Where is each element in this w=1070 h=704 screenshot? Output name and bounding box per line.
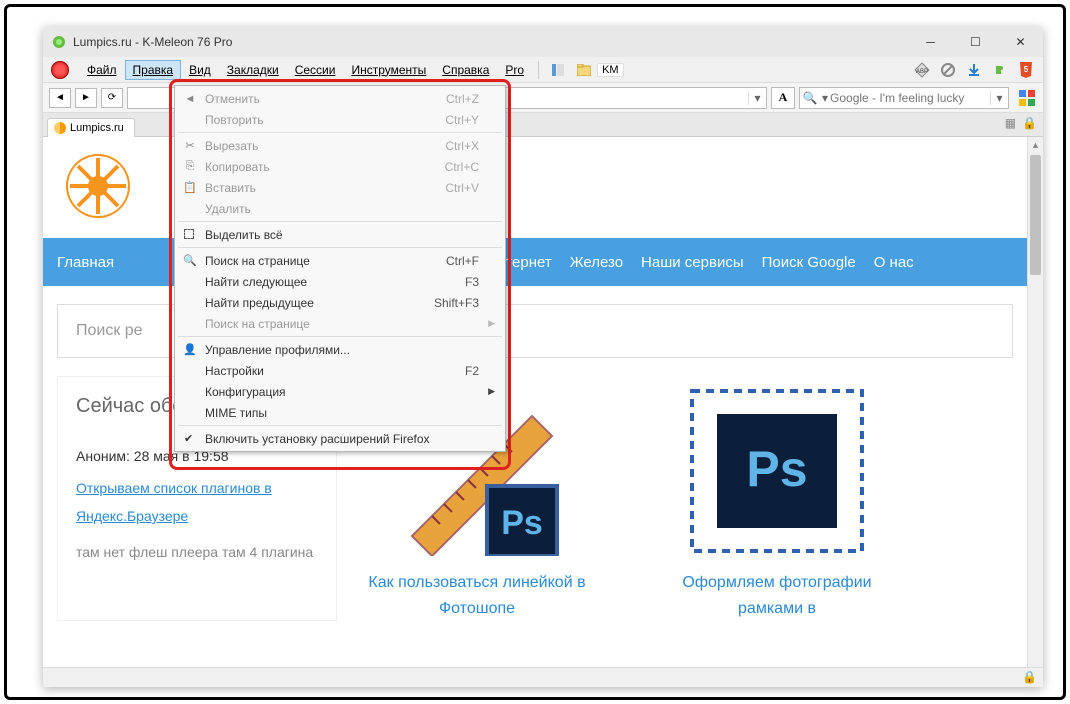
- nav-hardware[interactable]: Железо: [570, 254, 623, 271]
- menu-delete[interactable]: Удалить: [177, 198, 503, 219]
- vertical-scrollbar[interactable]: ▲ ▼: [1027, 137, 1043, 687]
- address-dropdown[interactable]: ▾: [748, 91, 766, 105]
- search-dropdown[interactable]: ▾: [990, 91, 1008, 105]
- tab-list-icon[interactable]: ▦: [1005, 116, 1016, 130]
- html5-icon[interactable]: 5: [1017, 61, 1035, 79]
- article-caption[interactable]: Оформляем фотографии рамками в: [657, 570, 897, 621]
- nav-gsearch[interactable]: Поиск Google: [762, 254, 856, 271]
- adblock-icon[interactable]: ABP: [913, 61, 931, 79]
- menu-file[interactable]: Файл: [79, 60, 125, 80]
- minimize-button[interactable]: ─: [908, 27, 953, 57]
- menu-view[interactable]: Вид: [181, 60, 219, 80]
- menu-settings[interactable]: НастройкиF2: [177, 360, 503, 381]
- menu-edit[interactable]: Правка: [125, 60, 182, 80]
- block-icon[interactable]: [939, 61, 957, 79]
- menu-sessions[interactable]: Сессии: [287, 60, 344, 80]
- svg-text:Ps: Ps: [501, 504, 543, 542]
- comment-text: там нет флеш плеера там 4 плагина: [76, 538, 318, 566]
- menu-redo[interactable]: ПовторитьCtrl+Y: [177, 109, 503, 130]
- menu-find-prev[interactable]: Найти предыдущееShift+F3: [177, 292, 503, 313]
- menu-pro[interactable]: Pro: [497, 60, 532, 80]
- window-title: Lumpics.ru - K-Meleon 76 Pro: [73, 35, 232, 49]
- forward-button[interactable]: ►: [75, 88, 97, 108]
- download-icon[interactable]: [965, 61, 983, 79]
- titlebar: Lumpics.ru - K-Meleon 76 Pro ─ ☐ ✕: [43, 27, 1043, 57]
- menu-select-all[interactable]: Выделить всё: [177, 224, 503, 245]
- menu-undo[interactable]: ◄ОтменитьCtrl+Z: [177, 88, 503, 109]
- nav-services[interactable]: Наши сервисы: [641, 254, 744, 271]
- menu-cut[interactable]: ✂ВырезатьCtrl+X: [177, 135, 503, 156]
- folder-icon[interactable]: [575, 61, 593, 79]
- svg-text:5: 5: [1024, 65, 1029, 74]
- nav-about[interactable]: О нас: [874, 254, 914, 271]
- close-button[interactable]: ✕: [998, 27, 1043, 57]
- menu-profiles[interactable]: 👤Управление профилями...: [177, 339, 503, 360]
- stop-button[interactable]: [51, 61, 69, 79]
- menu-firefox-ext[interactable]: ✔Включить установку расширений Firefox: [177, 428, 503, 449]
- status-bar: 🔒: [43, 667, 1043, 687]
- frame-thumb-icon: Ps: [682, 386, 872, 556]
- search-input[interactable]: [830, 88, 990, 108]
- status-lock-icon: 🔒: [1022, 670, 1037, 684]
- svg-text:Ps: Ps: [746, 441, 807, 497]
- google-icon[interactable]: [1017, 88, 1037, 108]
- back-button[interactable]: ◄: [49, 88, 71, 108]
- menu-config[interactable]: Конфигурация▶: [177, 381, 503, 402]
- menu-tools[interactable]: Инструменты: [343, 60, 434, 80]
- extensions-icon[interactable]: [991, 61, 1009, 79]
- article-caption[interactable]: Как пользоваться линейкой в Фотошопе: [357, 570, 597, 621]
- km-label[interactable]: KM: [597, 63, 624, 77]
- favicon: [54, 122, 66, 134]
- tab-lumpics[interactable]: Lumpics.ru: [47, 118, 135, 137]
- menubar: Файл Правка Вид Закладки Сессии Инструме…: [43, 57, 1043, 83]
- menu-find-page-sub[interactable]: Поиск на странице▶: [177, 313, 503, 334]
- scroll-up-button[interactable]: ▲: [1028, 137, 1043, 153]
- search-bar[interactable]: 🔍 ▾ ▾: [799, 87, 1009, 109]
- app-icon: [51, 34, 67, 50]
- site-logo: [63, 151, 133, 221]
- tab-label: Lumpics.ru: [70, 122, 124, 134]
- menu-bookmarks[interactable]: Закладки: [219, 60, 287, 80]
- search-icon: 🔍: [800, 91, 820, 105]
- menu-copy[interactable]: ⎘КопироватьCtrl+C: [177, 156, 503, 177]
- menu-help[interactable]: Справка: [434, 60, 497, 80]
- svg-text:ABP: ABP: [916, 69, 928, 75]
- menu-mime[interactable]: MIME типы: [177, 402, 503, 423]
- maximize-button[interactable]: ☐: [953, 27, 998, 57]
- menu-paste[interactable]: 📋ВставитьCtrl+V: [177, 177, 503, 198]
- sidebar-toggle-icon[interactable]: [549, 61, 567, 79]
- article-frame[interactable]: Ps Оформляем фотографии рамками в: [657, 386, 897, 621]
- reload-button[interactable]: ⟳: [101, 88, 123, 108]
- edit-menu-dropdown: ◄ОтменитьCtrl+Z ПовторитьCtrl+Y ✂Вырезат…: [174, 85, 506, 452]
- comment-link[interactable]: Открываем список плагинов в Яндекс.Брауз…: [76, 474, 318, 530]
- scroll-thumb[interactable]: [1030, 155, 1041, 275]
- menu-find[interactable]: 🔍Поиск на страницеCtrl+F: [177, 250, 503, 271]
- font-button[interactable]: A: [771, 87, 795, 109]
- lock-icon[interactable]: 🔒: [1022, 116, 1037, 130]
- menu-find-next[interactable]: Найти следующееF3: [177, 271, 503, 292]
- nav-home[interactable]: Главная: [57, 254, 114, 271]
- site-search-placeholder: Поиск ре: [76, 322, 143, 340]
